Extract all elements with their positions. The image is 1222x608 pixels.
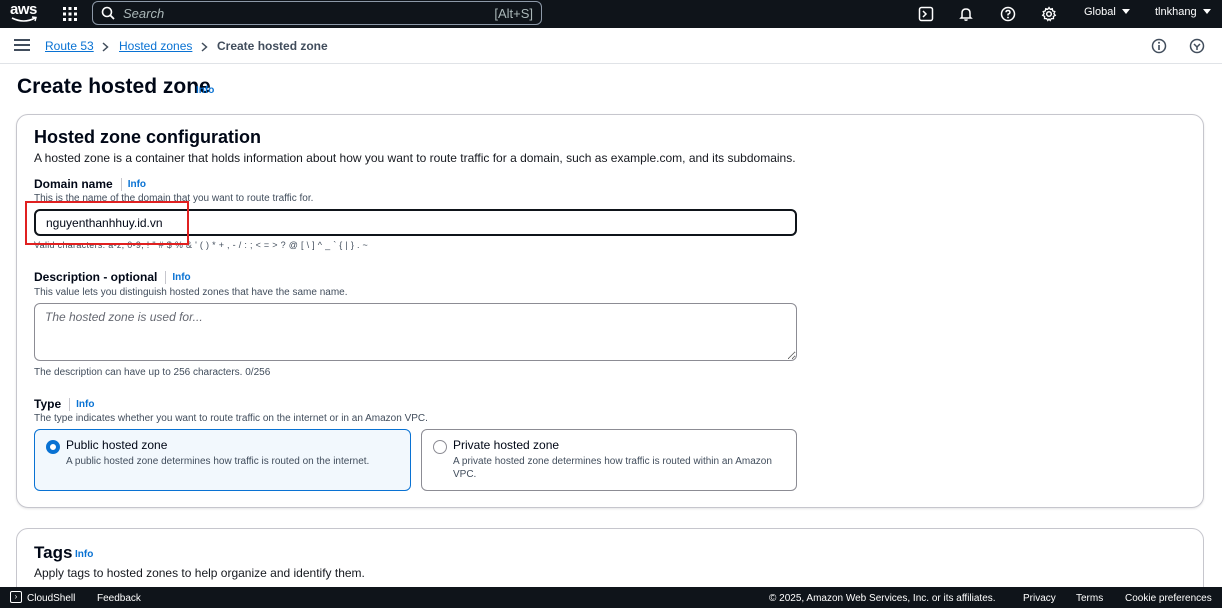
user-label: tlnkhang [1155,6,1197,18]
domain-name-label: Domain name [34,177,113,191]
footer-cloudshell[interactable]: CloudShell [27,593,75,604]
type-hint: The type indicates whether you want to r… [34,413,428,424]
search-bar[interactable]: [Alt+S] [92,1,542,25]
label-divider [69,397,71,411]
description-info-link[interactable]: Info [172,272,190,283]
breadcrumb-hosted-zones[interactable]: Hosted zones [119,39,192,53]
gear-icon [1041,6,1057,22]
breadcrumb-bar: Route 53 Hosted zones Create hosted zone [0,28,1222,64]
top-navigation: aws [Alt+S] [0,0,1222,28]
domain-name-label-row: Domain name Info [34,177,146,191]
type-info-link[interactable]: Info [76,399,94,410]
private-hosted-zone-option[interactable]: Private hosted zone A private hosted zon… [421,429,797,491]
notifications-button[interactable] [955,3,977,25]
breadcrumb-current: Create hosted zone [217,39,328,53]
help-button[interactable] [997,3,1019,25]
settings-button[interactable] [1038,3,1060,25]
footer-copyright: © 2025, Amazon Web Services, Inc. or its… [769,593,996,604]
valid-characters-hint: Valid characters: a-z, 0-9, ! " # $ % & … [34,240,369,250]
panel-heading: Hosted zone configuration [34,127,261,147]
info-circle-icon[interactable] [1151,38,1167,54]
hosted-zone-configuration-panel: Hosted zone configuration A hosted zone … [16,114,1204,508]
hamburger-icon[interactable] [14,38,30,52]
domain-name-input[interactable] [34,209,797,236]
caret-down-icon [1202,9,1211,14]
page-info-link[interactable]: Info [196,85,214,96]
private-zone-title: Private hosted zone [453,438,560,452]
aws-logo-text: aws [10,1,37,18]
cloudshell-icon [918,6,934,22]
help-icon [1000,6,1016,22]
footer-terms[interactable]: Terms [1076,593,1103,604]
chevron-right-icon [102,42,109,52]
public-zone-title: Public hosted zone [66,438,168,452]
panel-description: A hosted zone is a container that holds … [34,151,796,165]
public-hosted-zone-option[interactable]: Public hosted zone A public hosted zone … [34,429,411,491]
description-counter: The description can have up to 256 chara… [34,367,271,378]
private-zone-description: A private hosted zone determines how tra… [453,456,772,480]
footer-bar: › CloudShell Feedback © 2025, Amazon Web… [0,587,1222,608]
search-input[interactable] [123,5,483,21]
search-shortcut: [Alt+S] [494,6,533,21]
type-label: Type [34,397,62,411]
radio-unselected-icon[interactable] [433,440,447,454]
account-menu[interactable]: tlnkhang [1155,6,1211,18]
radio-selected-icon[interactable] [46,440,60,454]
type-label-row: Type Info [34,397,94,411]
region-selector[interactable]: Global [1084,6,1130,18]
caret-down-icon [1121,9,1130,14]
breadcrumb-route53[interactable]: Route 53 [45,39,94,53]
search-icon [101,6,115,20]
aws-logo[interactable]: aws [10,2,40,26]
description-textarea[interactable] [34,303,797,361]
label-divider [165,270,167,284]
description-hint: This value lets you distinguish hosted z… [34,287,348,298]
feedback-circle-icon[interactable] [1189,38,1205,54]
footer-cookie-preferences[interactable]: Cookie preferences [1125,593,1212,604]
tags-info-link[interactable]: Info [75,549,93,560]
label-divider [120,177,122,191]
description-label-row: Description - optional Info [34,270,191,284]
chevron-right-icon [201,42,208,52]
domain-name-hint: This is the name of the domain that you … [34,193,314,204]
tags-heading: Tags [34,543,73,562]
cloudshell-button[interactable] [915,3,937,25]
description-label: Description - optional [34,270,158,284]
breadcrumb-hosted-zones-link[interactable]: Hosted zones [119,39,192,53]
breadcrumb-route53-link[interactable]: Route 53 [45,39,94,53]
public-zone-description: A public hosted zone determines how traf… [66,456,370,467]
footer-feedback[interactable]: Feedback [97,593,141,604]
page-title: Create hosted zone [17,75,211,98]
bell-icon [959,8,973,21]
region-label: Global [1084,6,1116,18]
aws-smile-icon [11,16,37,22]
domain-info-link[interactable]: Info [128,179,146,190]
footer-privacy[interactable]: Privacy [1023,593,1056,604]
cloudshell-icon[interactable]: › [10,591,22,603]
tags-description: Apply tags to hosted zones to help organ… [34,566,365,580]
services-grid-button[interactable] [58,3,82,25]
grid-icon [63,7,77,21]
